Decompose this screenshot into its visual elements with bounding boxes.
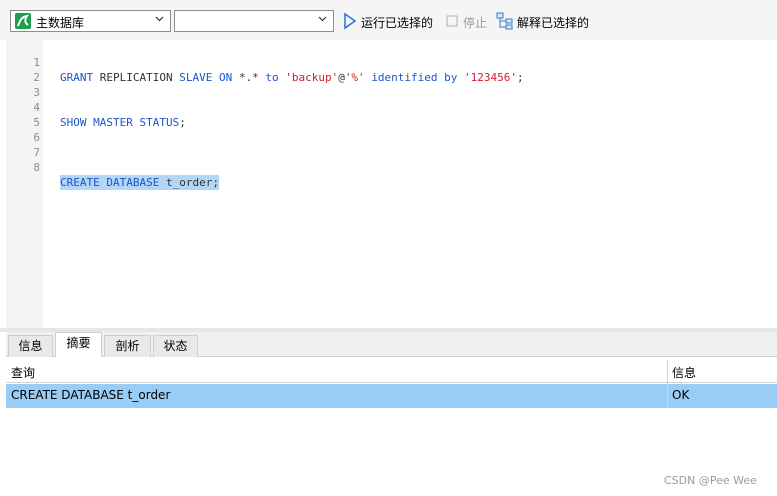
sql-keyword: CREATE DATABASE [60, 176, 160, 189]
column-header-query[interactable]: 查询 [11, 364, 35, 381]
code-line: 2 [6, 55, 777, 84]
connection-select-value: 主数据库 [36, 16, 85, 30]
query-toolbar: 主数据库 运行已选择的 停止 解释已选择的 [0, 0, 777, 40]
stop-label: 停止 [463, 16, 488, 30]
explain-selected-label: 解释已选择的 [517, 16, 590, 30]
watermark: CSDN @Pee Wee [664, 474, 757, 487]
code-line: 5 [6, 100, 777, 129]
tab-info[interactable]: 信息 [8, 335, 53, 357]
stop-icon [446, 15, 458, 27]
tab-summary[interactable]: 摘要 [55, 332, 102, 357]
result-tabs: 信息 摘要 剖析 状态 [6, 332, 777, 357]
table-row[interactable]: CREATE DATABASE t_order OK [6, 384, 777, 408]
column-divider[interactable] [667, 360, 668, 408]
code-line: 4 SHOW MASTER STATUS; [6, 85, 777, 129]
mysql-connection-icon [15, 13, 31, 29]
schema-select[interactable] [174, 10, 334, 32]
code-line: 7 [6, 130, 777, 159]
column-header-info[interactable]: 信息 [672, 364, 696, 381]
code-line: 3 [6, 70, 777, 99]
cell-query: CREATE DATABASE t_order [11, 388, 171, 402]
chevron-down-icon [318, 16, 327, 22]
cell-info: OK [672, 388, 690, 402]
line-number: 8 [33, 161, 40, 174]
connection-select[interactable]: 主数据库 [10, 10, 171, 32]
sql-text: t_order; [159, 176, 219, 189]
chevron-down-icon [155, 16, 164, 22]
run-selected-label: 运行已选择的 [361, 16, 434, 30]
tab-status[interactable]: 状态 [153, 335, 198, 357]
explain-tree-icon [496, 12, 513, 30]
play-icon [344, 12, 357, 30]
sql-editor[interactable]: 1 GRANT REPLICATION SLAVE ON *.* to 'bac… [6, 40, 777, 328]
table-header: 查询 信息 [6, 360, 777, 383]
code-line: 1 GRANT REPLICATION SLAVE ON *.* to 'bac… [6, 40, 777, 84]
code-line: 8 CREATE DATABASE t_order; [6, 145, 777, 190]
tab-profile[interactable]: 剖析 [104, 335, 151, 357]
selected-code-text: CREATE DATABASE t_order; [60, 175, 219, 190]
code-line: 6 [6, 115, 777, 144]
summary-table: 查询 信息 CREATE DATABASE t_order OK [6, 360, 777, 496]
